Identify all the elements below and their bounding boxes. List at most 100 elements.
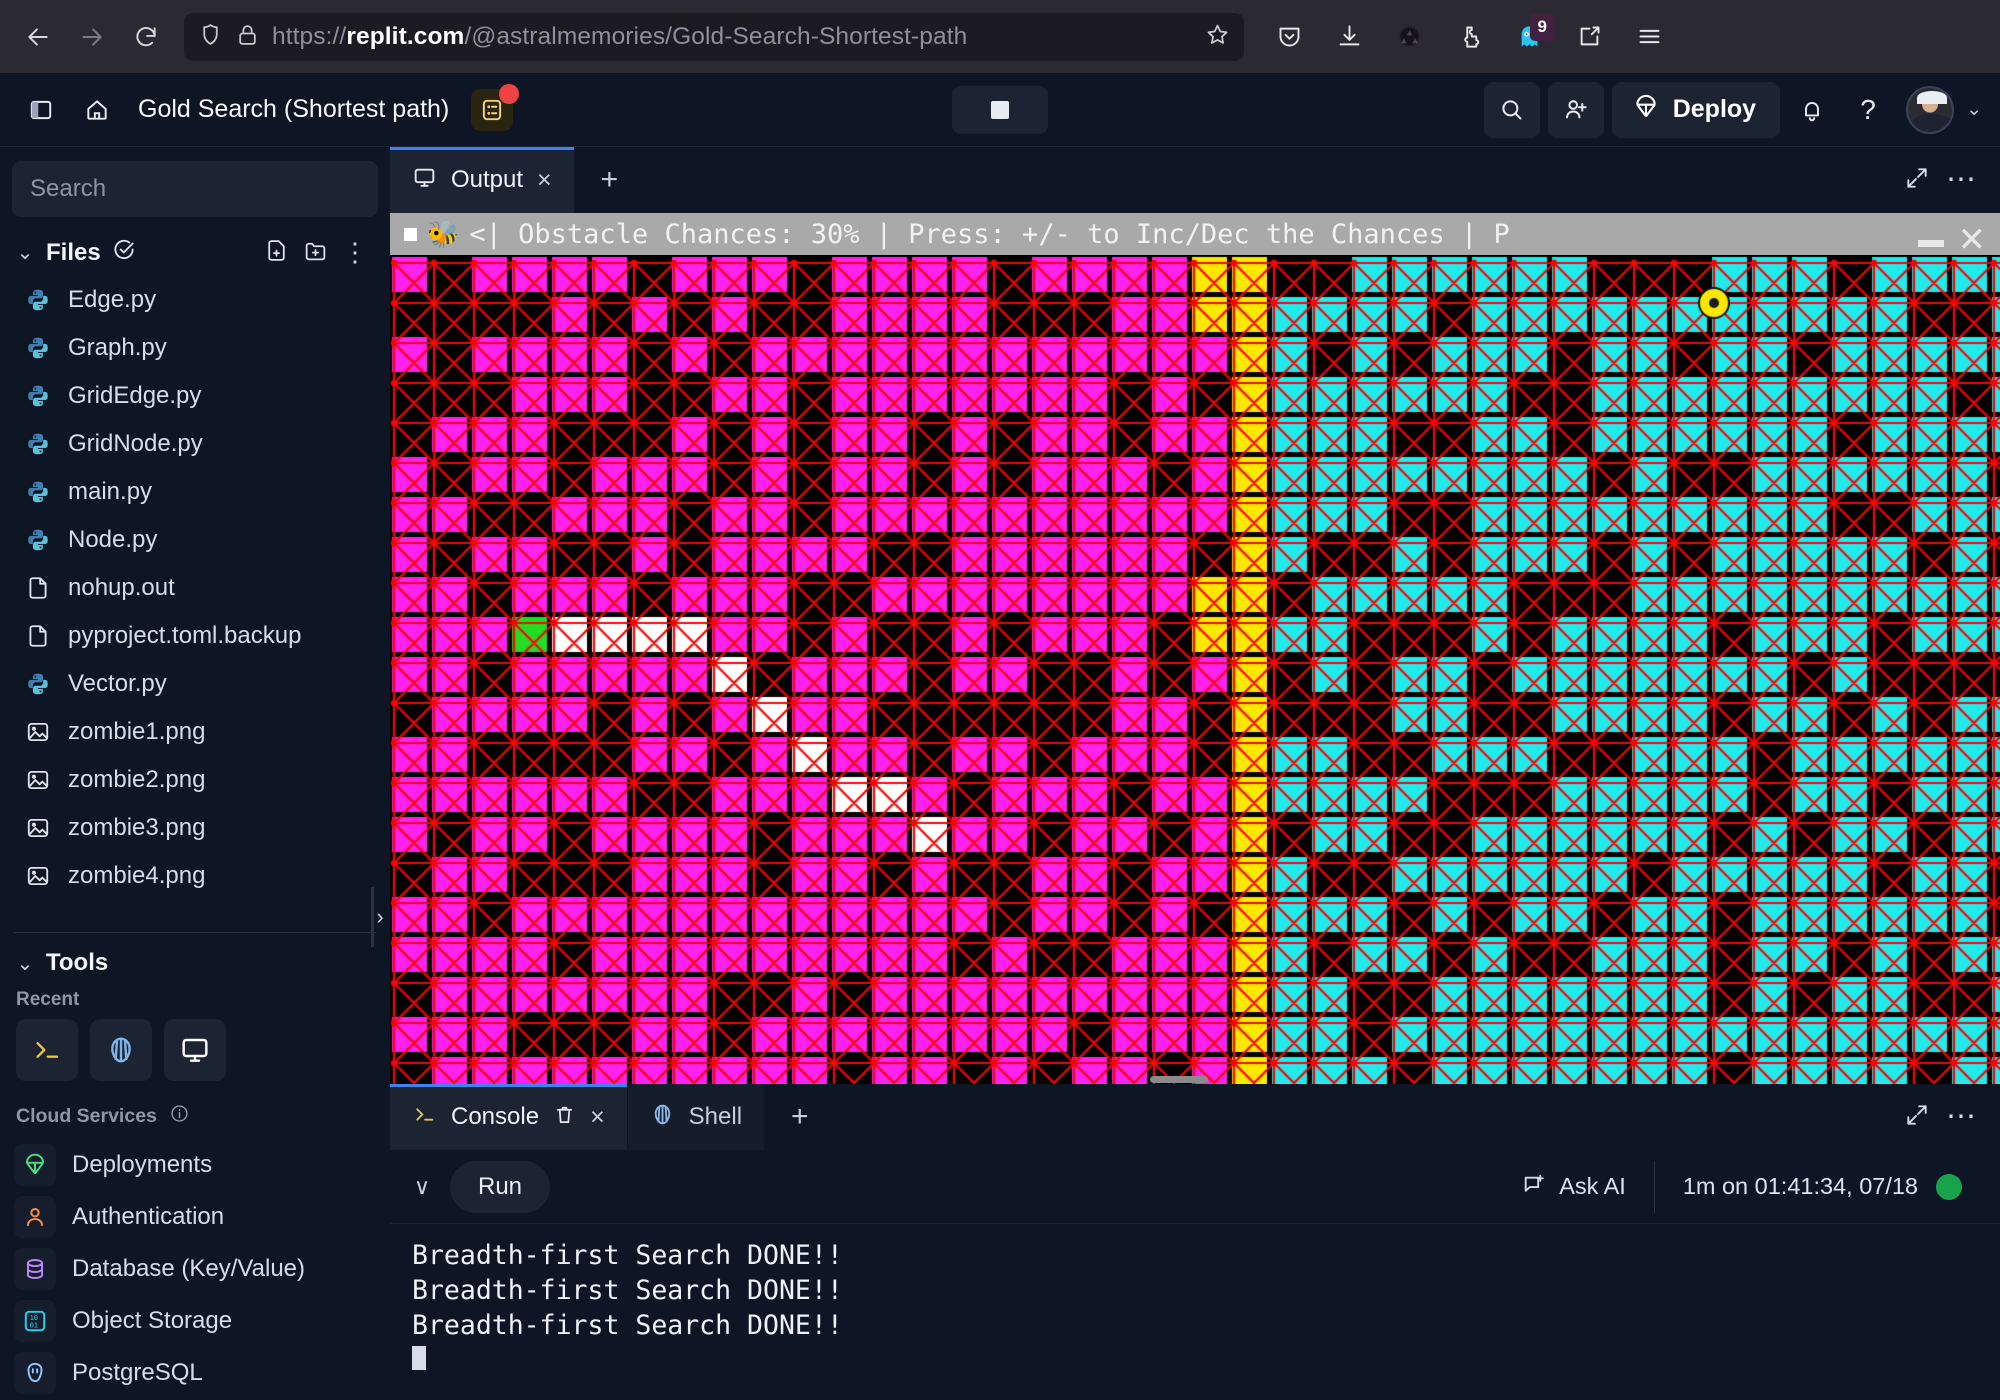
tab-console[interactable]: Console × bbox=[390, 1084, 628, 1150]
new-file-icon[interactable] bbox=[264, 238, 289, 268]
cloud-service-item[interactable]: PostgreSQL bbox=[0, 1347, 390, 1399]
console-line: Breadth-first Search DONE!! bbox=[412, 1275, 843, 1307]
browser-url-bar[interactable]: https://replit.com/@astralmemories/Gold-… bbox=[184, 12, 1244, 61]
list-item[interactable]: zombie3.png bbox=[0, 804, 390, 852]
close-icon[interactable]: × bbox=[590, 1104, 605, 1130]
list-item[interactable]: nohup.out bbox=[0, 564, 390, 612]
chevron-down-icon[interactable]: ⌄ bbox=[14, 240, 36, 265]
add-output-tab-button[interactable]: + bbox=[575, 147, 645, 213]
grid-visualization[interactable] bbox=[390, 255, 2000, 1084]
console-line: Breadth-first Search DONE!! bbox=[412, 1310, 843, 1342]
bookmark-star-icon[interactable] bbox=[1205, 22, 1230, 52]
list-item[interactable]: GridEdge.py bbox=[0, 372, 390, 420]
console-icon[interactable] bbox=[16, 1019, 78, 1081]
minimize-icon[interactable] bbox=[1917, 240, 1944, 247]
search-input[interactable] bbox=[30, 175, 360, 203]
run-button[interactable]: Run bbox=[450, 1160, 551, 1213]
list-item[interactable]: zombie4.png bbox=[0, 852, 390, 900]
console-panel: Console × Shell + ⋯ ∨ Run Ask AI 1m on 0… bbox=[390, 1084, 2000, 1400]
info-icon[interactable] bbox=[169, 1103, 190, 1129]
list-item[interactable]: Graph.py bbox=[0, 324, 390, 372]
image-file-icon bbox=[24, 814, 52, 842]
ask-ai-button[interactable]: Ask AI bbox=[1493, 1172, 1654, 1202]
list-item[interactable]: pyproject.toml.backup bbox=[0, 612, 390, 660]
browser-forward-button[interactable] bbox=[68, 13, 116, 61]
cloud-service-item[interactable]: Database (Key/Value) bbox=[0, 1243, 390, 1295]
console-output[interactable]: Breadth-first Search DONE!! Breadth-first… bbox=[390, 1224, 2000, 1400]
file-list[interactable]: Edge.py Graph.py GridEdge.py GridNode.py mai… bbox=[0, 276, 390, 926]
list-item[interactable]: zombie2.png bbox=[0, 756, 390, 804]
stop-button[interactable] bbox=[952, 85, 1048, 134]
image-file-icon bbox=[24, 718, 52, 746]
new-folder-icon[interactable] bbox=[303, 238, 328, 268]
expand-icon[interactable] bbox=[1904, 165, 1930, 196]
sidebar-resize-handle[interactable]: › bbox=[369, 887, 391, 947]
stop-square-icon bbox=[991, 100, 1009, 119]
more-horizontal-icon[interactable]: ⋯ bbox=[1946, 1102, 1978, 1132]
home-icon[interactable] bbox=[74, 87, 120, 133]
cloud-services-list[interactable]: Deployments Authentication Database (Key/V… bbox=[0, 1139, 390, 1399]
sidebar-toggle-icon[interactable] bbox=[18, 87, 64, 133]
file-name: zombie2.png bbox=[68, 766, 206, 793]
cloud-service-label: PostgreSQL bbox=[72, 1359, 203, 1386]
list-item[interactable]: Node.py bbox=[0, 516, 390, 564]
ask-ai-label: Ask AI bbox=[1559, 1173, 1626, 1199]
close-icon[interactable]: × bbox=[537, 167, 552, 193]
extension-circle-icon[interactable] bbox=[1384, 13, 1434, 61]
pygame-window-title: <| Obstacle Chances: 30% | Press: +/- to… bbox=[469, 218, 1510, 250]
invite-user-button[interactable] bbox=[1547, 81, 1604, 138]
tab-output[interactable]: Output × bbox=[390, 147, 575, 213]
more-vertical-icon[interactable]: ⋮ bbox=[342, 239, 370, 264]
git-changes-icon[interactable] bbox=[471, 83, 520, 131]
cloud-service-item[interactable]: 10 01 Object Storage bbox=[0, 1295, 390, 1347]
python-file-icon bbox=[24, 286, 52, 314]
close-icon[interactable]: ✕ bbox=[1958, 223, 1987, 257]
download-icon[interactable] bbox=[1324, 13, 1374, 61]
open-in-new-icon[interactable] bbox=[1564, 13, 1614, 61]
ghost-badge-count: 9 bbox=[1529, 12, 1555, 41]
collapse-console-caret-icon[interactable]: ∨ bbox=[408, 1174, 436, 1200]
trash-icon[interactable] bbox=[553, 1103, 576, 1131]
more-horizontal-icon[interactable]: ⋯ bbox=[1946, 165, 1978, 195]
browser-back-button[interactable] bbox=[14, 13, 62, 61]
python-file-icon bbox=[24, 478, 52, 506]
cloud-service-item[interactable]: Authentication bbox=[0, 1191, 390, 1243]
pygame-output[interactable]: 🐝 <| Obstacle Chances: 30% | Press: +/- … bbox=[390, 213, 2000, 1084]
output-horizontal-scrollbar[interactable] bbox=[390, 1074, 1982, 1084]
tab-shell[interactable]: Shell bbox=[627, 1084, 766, 1150]
python-file-icon bbox=[24, 430, 52, 458]
database-icon bbox=[14, 1248, 56, 1290]
list-item[interactable]: GridNode.py bbox=[0, 420, 390, 468]
list-item[interactable]: Vector.py bbox=[0, 660, 390, 708]
deploy-button[interactable]: Deploy bbox=[1611, 81, 1781, 138]
chevron-down-icon[interactable]: ⌄ bbox=[1966, 98, 1982, 121]
puzzle-extensions-icon[interactable] bbox=[1444, 13, 1494, 61]
grid-canvas[interactable] bbox=[390, 255, 2000, 1084]
cloud-service-item[interactable]: Deployments bbox=[0, 1139, 390, 1191]
add-console-tab-button[interactable]: + bbox=[765, 1084, 835, 1150]
cloud-services-label: Cloud Services bbox=[16, 1104, 157, 1127]
shell-icon[interactable] bbox=[90, 1019, 152, 1081]
notifications-bell-icon[interactable] bbox=[1788, 86, 1836, 134]
hamburger-menu-icon[interactable] bbox=[1624, 13, 1674, 61]
list-item[interactable]: zombie1.png bbox=[0, 708, 390, 756]
output-monitor-icon[interactable] bbox=[164, 1019, 226, 1081]
avatar[interactable] bbox=[1906, 85, 1955, 134]
content-pane: Output × + ⋯ 🐝 <| Obstacle Chances: 30% … bbox=[390, 147, 2000, 1400]
ghost-proxy-icon[interactable]: 9 bbox=[1504, 12, 1555, 61]
check-circle-icon[interactable] bbox=[111, 237, 137, 268]
tools-title: Tools bbox=[46, 949, 109, 976]
expand-icon[interactable] bbox=[1904, 1102, 1930, 1133]
file-name: zombie4.png bbox=[68, 862, 206, 889]
search-button[interactable] bbox=[1483, 81, 1540, 138]
sidebar-search[interactable] bbox=[12, 161, 378, 217]
file-name: Vector.py bbox=[68, 670, 167, 697]
list-item[interactable]: main.py bbox=[0, 468, 390, 516]
recent-tools bbox=[0, 1019, 390, 1099]
pocket-icon[interactable] bbox=[1264, 13, 1314, 61]
list-item[interactable]: Edge.py bbox=[0, 276, 390, 324]
help-button[interactable]: ? bbox=[1844, 86, 1892, 134]
image-file-icon bbox=[24, 862, 52, 890]
browser-reload-button[interactable] bbox=[122, 13, 170, 61]
chevron-down-icon[interactable]: ⌄ bbox=[14, 951, 36, 976]
